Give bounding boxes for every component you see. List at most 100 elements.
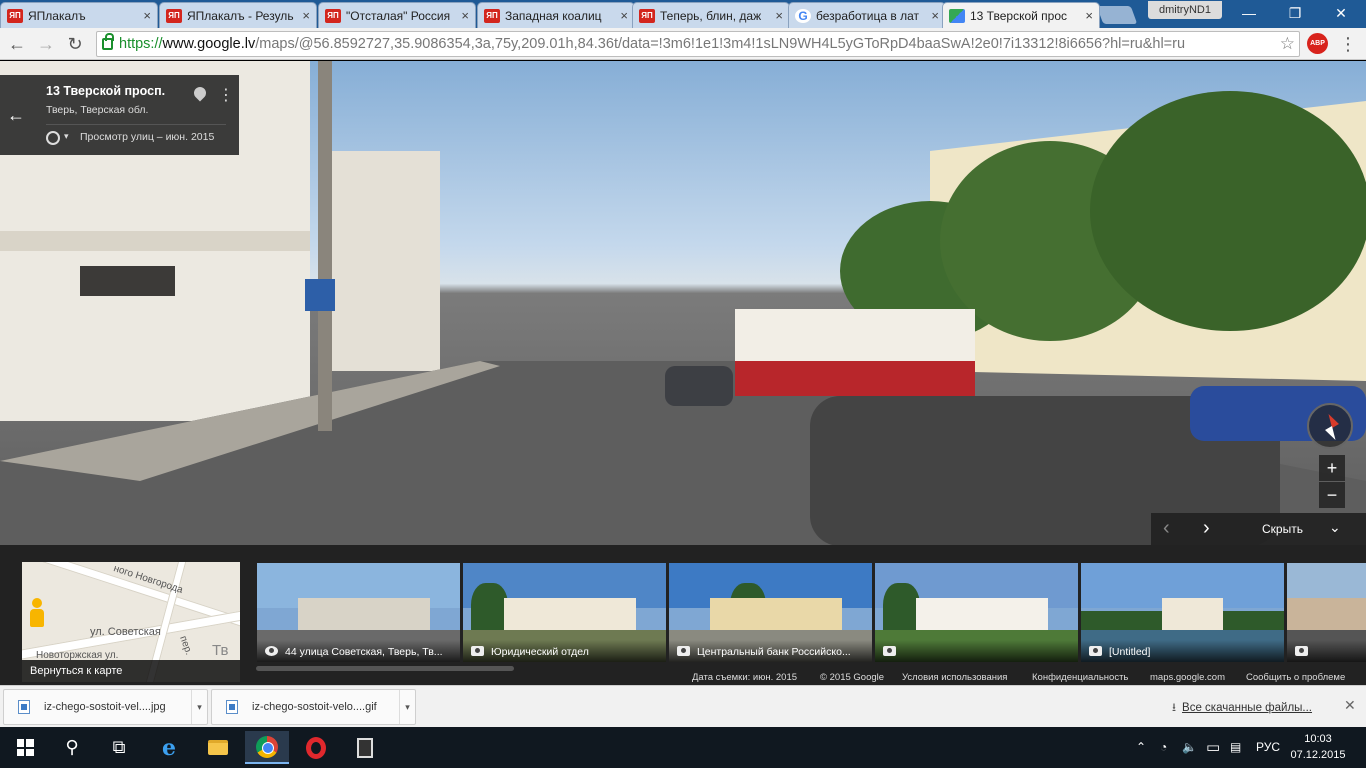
language-indicator[interactable]: РУС	[1256, 727, 1280, 768]
browser-menu-icon[interactable]: ⋮	[1338, 34, 1358, 54]
divider	[46, 124, 226, 125]
tab-close-icon[interactable]: ×	[143, 8, 151, 23]
maps-link[interactable]: maps.google.com	[1150, 672, 1225, 683]
lock-icon	[102, 33, 114, 50]
car-mid	[665, 366, 733, 406]
photo-thumbnail[interactable]: Центральный банк Российско...	[669, 563, 872, 662]
tab-yaplakal-3[interactable]: ЯП "Отсталая" Россия ×	[318, 2, 476, 28]
filmstrip-controls: ‹ › Скрыть ⌄	[1151, 513, 1366, 545]
task-view-icon[interactable]: ⧉	[97, 731, 141, 764]
tab-close-icon[interactable]: ×	[931, 8, 939, 23]
close-downloads-icon[interactable]: ✕	[1344, 697, 1356, 714]
browser-toolbar: ← → ↻ https://www.google.lv/maps/@56.859…	[0, 28, 1366, 60]
tab-title: "Отсталая" Россия	[346, 8, 451, 23]
download-menu-icon[interactable]: ▾	[191, 690, 207, 724]
download-item[interactable]: iz-chego-sostoit-vel....jpg ▾	[3, 689, 208, 725]
adblock-icon[interactable]: ABP	[1307, 33, 1328, 54]
tab-maps-active[interactable]: 13 Тверской прос ×	[942, 2, 1100, 28]
map-label: Тв	[212, 642, 229, 659]
calculator-icon[interactable]	[343, 731, 387, 764]
tab-google-search[interactable]: G безработица в лат ×	[788, 2, 946, 28]
chrome-icon[interactable]	[245, 731, 289, 764]
chevron-down-icon[interactable]: ▾	[64, 131, 69, 142]
download-item[interactable]: iz-chego-sostoit-velo....gif ▾	[211, 689, 416, 725]
tab-yaplakal-4[interactable]: ЯП Западная коалиц ×	[477, 2, 635, 28]
minimize-button[interactable]: —	[1232, 2, 1266, 24]
url-scheme: https://	[119, 36, 163, 52]
tab-close-icon[interactable]: ×	[302, 8, 310, 23]
camera-icon	[1295, 646, 1308, 656]
profile-badge[interactable]: dmitryND1	[1148, 1, 1222, 19]
maximize-button[interactable]: ❐	[1278, 2, 1312, 24]
bus-stop-sign	[305, 279, 335, 311]
prev-arrow-icon[interactable]: ‹	[1163, 517, 1170, 540]
address-title: 13 Тверской просп.	[46, 84, 166, 98]
photo-thumbnail[interactable]: [Untitled]	[1081, 563, 1284, 662]
tab-close-icon[interactable]: ×	[775, 8, 783, 23]
privacy-link[interactable]: Конфиденциальность	[1032, 672, 1128, 683]
photo-thumbnail[interactable]: Юридический отдел	[463, 563, 666, 662]
tab-close-icon[interactable]: ×	[620, 8, 628, 23]
wifi-icon[interactable]: ◔	[1160, 727, 1167, 768]
more-options-icon[interactable]: ⋮	[218, 85, 234, 105]
search-icon[interactable]: ⚲	[50, 731, 94, 764]
photo-thumbnail[interactable]	[875, 563, 1078, 662]
address-bar[interactable]: https://www.google.lv/maps/@56.8592727,3…	[96, 31, 1300, 57]
maps-icon	[949, 8, 965, 23]
terms-link[interactable]: Условия использования	[902, 672, 1007, 683]
all-downloads-link[interactable]: ⭳ Все скачанные файлы...	[1172, 700, 1312, 719]
new-tab-button[interactable]	[1096, 6, 1138, 24]
minimap[interactable]: ного Новгорода ул. Советская Новоторжска…	[22, 562, 240, 682]
tray-overflow-icon[interactable]: ⌃	[1136, 727, 1146, 768]
photo-thumbnail[interactable]	[1287, 563, 1366, 662]
hide-filmstrip-button[interactable]: Скрыть	[1262, 522, 1303, 536]
notifications-icon[interactable]: ▤	[1230, 727, 1241, 768]
file-explorer-icon[interactable]	[196, 731, 240, 764]
back-to-map-button[interactable]: Вернуться к карте	[22, 660, 240, 682]
back-arrow-icon[interactable]: ←	[7, 105, 25, 126]
filmstrip-scrollbar[interactable]	[256, 666, 514, 671]
camera-icon	[1089, 646, 1102, 656]
download-menu-icon[interactable]: ▾	[399, 690, 415, 724]
back-button[interactable]: ←	[5, 32, 29, 56]
tab-close-icon[interactable]: ×	[1085, 8, 1093, 23]
forward-button[interactable]: →	[34, 32, 58, 56]
clock[interactable]: 10:03 07.12.2015	[1288, 731, 1348, 763]
photo-thumbnail[interactable]: 44 улица Советская, Тверь, Тв...	[257, 563, 460, 662]
bookmark-star-icon[interactable]: ☆	[1280, 32, 1295, 56]
volume-icon[interactable]: 🔈	[1182, 727, 1197, 768]
next-arrow-icon[interactable]: ›	[1203, 517, 1210, 540]
thumbnail-caption: Юридический отдел	[463, 640, 666, 662]
internet-explorer-icon[interactable]: e	[147, 731, 191, 764]
tab-yaplakal-2[interactable]: ЯП ЯПлакалъ - Резуль ×	[159, 2, 317, 28]
tab-yaplakal-5[interactable]: ЯП Теперь, блин, даж ×	[632, 2, 790, 28]
close-window-button[interactable]: ✕	[1324, 2, 1358, 24]
tab-yaplakal-1[interactable]: ЯП ЯПлакалъ ×	[0, 2, 158, 28]
zoom-in-button[interactable]: +	[1319, 455, 1345, 481]
compass-icon[interactable]	[1307, 403, 1353, 449]
map-pin-icon[interactable]	[191, 84, 209, 102]
yaplakal-icon: ЯП	[639, 8, 655, 23]
collapse-chevron-icon[interactable]: ⌄	[1329, 519, 1341, 536]
tree-3	[1090, 91, 1366, 331]
opera-icon[interactable]	[294, 731, 338, 764]
location-card: ← 13 Тверской просп. Тверь, Тверская обл…	[0, 75, 239, 155]
reload-button[interactable]: ↻	[63, 32, 87, 56]
capture-date-label: Просмотр улиц – июн. 2015	[80, 131, 215, 143]
building-mid	[330, 151, 440, 371]
history-clock-icon[interactable]	[46, 131, 60, 145]
thumbnail-caption: 44 улица Советская, Тверь, Тв...	[257, 640, 460, 662]
battery-icon[interactable]: ▭	[1206, 727, 1220, 768]
zoom-out-button[interactable]: −	[1319, 482, 1345, 508]
tab-close-icon[interactable]: ×	[461, 8, 469, 23]
tab-title: Теперь, блин, даж	[660, 8, 762, 23]
map-label: пер.	[177, 634, 195, 657]
start-button[interactable]	[3, 731, 47, 764]
street-view-panorama[interactable]: ← 13 Тверской просп. Тверь, Тверская обл…	[0, 61, 1366, 545]
tab-title: безработица в лат	[816, 8, 919, 23]
url-path: /maps/@56.8592727,35.9086354,3a,75y,209.…	[255, 36, 1186, 52]
downloads-bar: iz-chego-sostoit-vel....jpg ▾ iz-chego-s…	[0, 685, 1366, 727]
camera-icon	[471, 646, 484, 656]
pegman-icon[interactable]	[30, 598, 44, 628]
report-problem-link[interactable]: Сообщить о проблеме	[1246, 672, 1345, 683]
